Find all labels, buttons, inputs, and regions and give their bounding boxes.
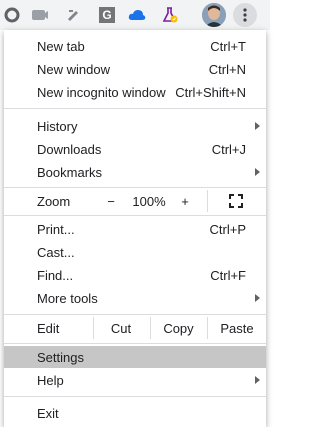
menu-item-shortcut: Ctrl+F bbox=[210, 268, 246, 283]
menu-item-label: History bbox=[37, 119, 78, 134]
zoom-level: 100% bbox=[128, 190, 170, 212]
menu-separator bbox=[4, 215, 266, 216]
pen-extension-icon[interactable] bbox=[64, 5, 84, 25]
menu-item-cast[interactable]: Cast... bbox=[4, 241, 266, 263]
cloud-extension-icon[interactable] bbox=[127, 5, 147, 25]
menu-item-help[interactable]: Help bbox=[4, 369, 266, 391]
paste-button[interactable]: Paste bbox=[208, 317, 266, 339]
menu-item-label: New window bbox=[37, 62, 110, 77]
menu-item-find[interactable]: Find... Ctrl+F bbox=[4, 264, 266, 286]
zoom-label: Zoom bbox=[37, 194, 71, 209]
submenu-arrow-icon bbox=[255, 168, 260, 176]
menu-item-label: Bookmarks bbox=[37, 165, 103, 180]
menu-item-label: Downloads bbox=[37, 142, 102, 157]
menu-separator bbox=[4, 187, 266, 188]
menu-item-label: More tools bbox=[37, 291, 98, 306]
menu-item-new-incognito-window[interactable]: New incognito window Ctrl+Shift+N bbox=[4, 81, 266, 103]
menu-item-exit[interactable]: Exit bbox=[4, 402, 266, 424]
menu-item-shortcut: Ctrl+P bbox=[209, 222, 246, 237]
fullscreen-icon bbox=[229, 194, 243, 208]
zoom-in-button[interactable]: + bbox=[172, 190, 198, 212]
menu-item-shortcut: Ctrl+T bbox=[210, 39, 246, 54]
cut-button[interactable]: Cut bbox=[94, 317, 148, 339]
cut-label: Cut bbox=[110, 320, 132, 336]
menu-item-more-tools[interactable]: More tools bbox=[4, 287, 266, 309]
submenu-arrow-icon bbox=[255, 294, 260, 302]
menu-item-shortcut: Ctrl+N bbox=[208, 62, 246, 77]
menu-item-shortcut: Ctrl+J bbox=[211, 142, 246, 157]
paste-label: Paste bbox=[220, 320, 254, 336]
browser-toolbar: G bbox=[0, 0, 270, 30]
menu-separator bbox=[4, 108, 266, 109]
avatar[interactable] bbox=[202, 3, 226, 27]
copy-button[interactable]: Copy bbox=[151, 317, 206, 339]
menu-item-history[interactable]: History bbox=[4, 115, 266, 137]
copy-label: Copy bbox=[163, 320, 194, 336]
menu-item-label: New tab bbox=[37, 39, 85, 54]
zoom-level-value: 100% bbox=[132, 193, 166, 209]
flask-extension-icon[interactable] bbox=[160, 5, 180, 25]
menu-separator bbox=[4, 343, 266, 344]
menu-item-label: Exit bbox=[37, 406, 59, 421]
menu-item-label: New incognito window bbox=[37, 85, 166, 100]
chrome-main-menu: New tab Ctrl+T New window Ctrl+N New inc… bbox=[4, 30, 266, 427]
menu-item-label: Settings bbox=[37, 350, 84, 365]
menu-item-downloads[interactable]: Downloads Ctrl+J bbox=[4, 138, 266, 160]
menu-separator bbox=[4, 314, 266, 315]
menu-item-new-tab[interactable]: New tab Ctrl+T bbox=[4, 35, 266, 57]
zoom-in-label: + bbox=[181, 193, 189, 209]
menu-item-settings[interactable]: Settings bbox=[4, 346, 266, 368]
zoom-out-label: − bbox=[107, 193, 115, 209]
menu-item-bookmarks[interactable]: Bookmarks bbox=[4, 161, 266, 183]
menu-zoom-row: Zoom − 100% + bbox=[4, 190, 266, 212]
submenu-arrow-icon bbox=[255, 122, 260, 130]
g-extension-icon[interactable]: G bbox=[97, 5, 117, 25]
menu-separator bbox=[4, 396, 266, 397]
menu-edit-row: Edit Cut Copy Paste bbox=[4, 317, 266, 339]
menu-item-print[interactable]: Print... Ctrl+P bbox=[4, 218, 266, 240]
menu-item-label: Cast... bbox=[37, 245, 75, 260]
menu-item-label: Help bbox=[37, 373, 64, 388]
circle-extension-icon[interactable] bbox=[2, 5, 22, 25]
menu-item-new-window[interactable]: New window Ctrl+N bbox=[4, 58, 266, 80]
g-extension-letter: G bbox=[99, 7, 115, 23]
submenu-arrow-icon bbox=[255, 376, 260, 384]
menu-item-shortcut: Ctrl+Shift+N bbox=[175, 85, 246, 100]
camera-extension-icon[interactable] bbox=[30, 5, 50, 25]
menu-item-label: Find... bbox=[37, 268, 74, 283]
fullscreen-button[interactable] bbox=[218, 190, 254, 212]
menu-item-label: Print... bbox=[37, 222, 75, 237]
zoom-out-button[interactable]: − bbox=[98, 190, 124, 212]
edit-label: Edit bbox=[37, 321, 60, 336]
three-dots-vertical-icon[interactable] bbox=[233, 3, 257, 27]
zoom-divider bbox=[207, 190, 208, 212]
